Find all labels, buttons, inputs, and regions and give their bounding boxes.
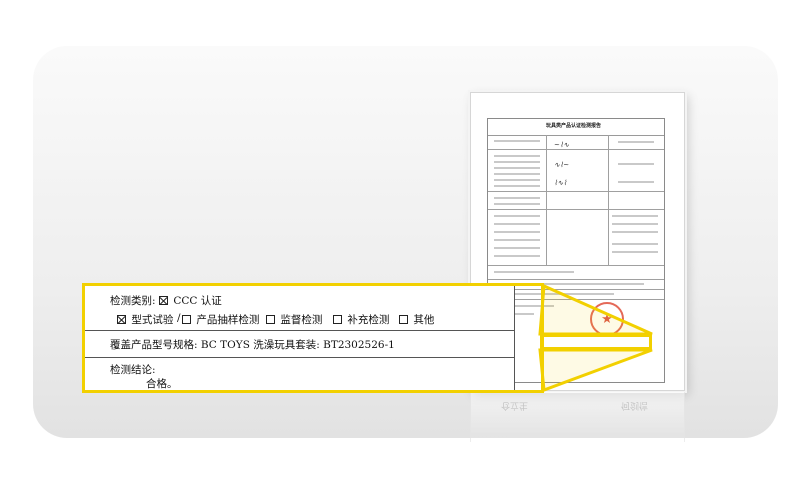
callout-highlight (540, 334, 652, 350)
zoom-highlight-frame (82, 283, 544, 393)
connector-lower (538, 348, 653, 393)
callout-connector (538, 283, 653, 393)
connector-upper (538, 283, 653, 336)
